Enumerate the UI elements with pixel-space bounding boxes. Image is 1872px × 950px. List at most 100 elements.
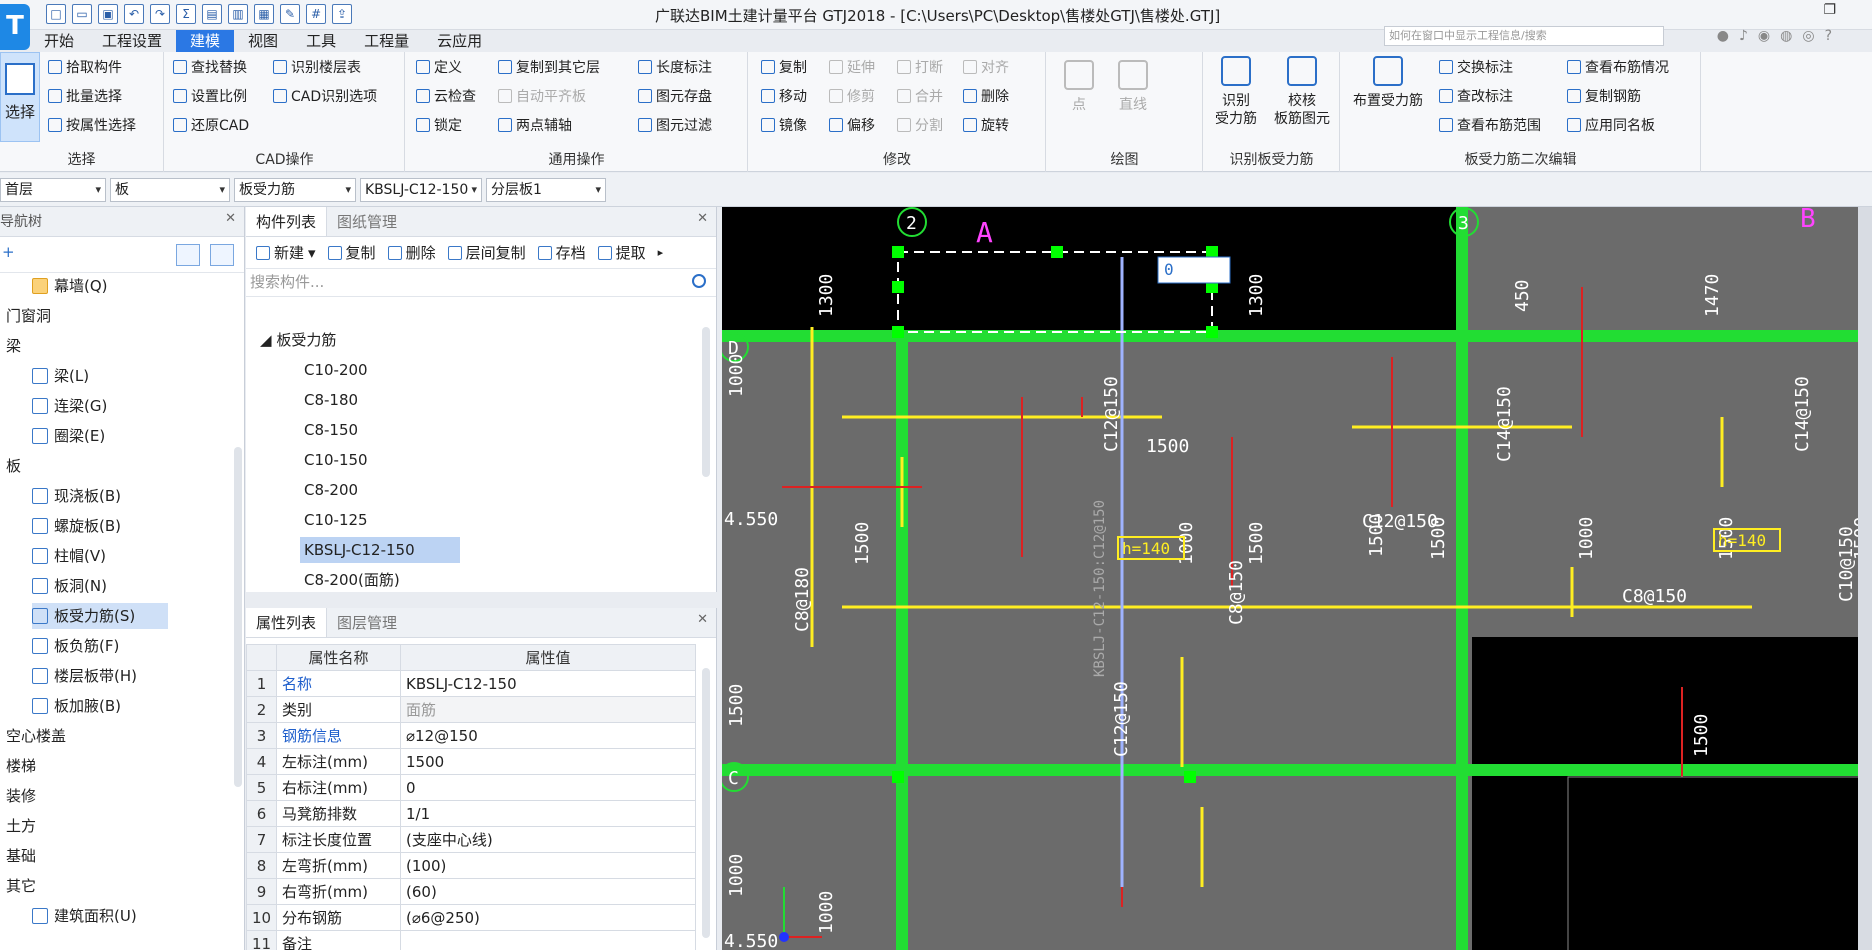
- nav-item[interactable]: 螺旋板(B): [32, 513, 121, 539]
- more-icon[interactable]: ▸: [658, 246, 664, 259]
- calc-icon[interactable]: ▦: [254, 4, 274, 24]
- nav-scrollbar[interactable]: [234, 447, 242, 787]
- property-row[interactable]: 9 右弯折(mm) (60): [246, 878, 696, 905]
- nav-item[interactable]: 建筑面积(U): [32, 903, 137, 929]
- view-icon[interactable]: ▥: [228, 4, 248, 24]
- help-search-input[interactable]: 如何在窗口中显示工程信息/搜索: [1384, 26, 1664, 46]
- nav-item[interactable]: 梁(L): [32, 363, 89, 389]
- element-filter-button[interactable]: 图元过滤: [638, 114, 712, 136]
- nav-item[interactable]: 装修: [6, 783, 36, 809]
- nav-item[interactable]: 空心楼盖: [6, 723, 66, 749]
- line-button[interactable]: 直线: [1113, 60, 1153, 114]
- find-replace-button[interactable]: 查找替换: [173, 56, 247, 78]
- tab-start[interactable]: 开始: [30, 30, 88, 52]
- component-item[interactable]: C8-150: [300, 417, 358, 443]
- component-scrollbar[interactable]: [702, 327, 710, 477]
- floor-copy-button[interactable]: 层间复制: [447, 242, 526, 263]
- property-value[interactable]: (支座中心线): [400, 826, 696, 853]
- copy-component-button[interactable]: 复制: [327, 242, 376, 263]
- component-select[interactable]: KBSLJ-C12-150: [360, 178, 482, 202]
- property-value[interactable]: [400, 930, 696, 950]
- tab-quantities[interactable]: 工程量: [350, 30, 423, 52]
- restore-cad-button[interactable]: 还原CAD: [173, 114, 249, 136]
- sum-icon[interactable]: Σ: [176, 4, 196, 24]
- cad-drawing[interactable]: 2 3DCA B1300 1300 450 1470100015001500 1000 150…: [722, 207, 1858, 950]
- copy-rebar-button[interactable]: 复制钢筋: [1567, 85, 1641, 107]
- help-icon[interactable]: ?: [1825, 28, 1832, 44]
- select-button[interactable]: 选择: [0, 52, 40, 142]
- detail-view-icon[interactable]: [210, 244, 234, 266]
- identify-floor-table-button[interactable]: 识别楼层表: [273, 56, 361, 78]
- add-icon[interactable]: +: [2, 243, 15, 261]
- tab-modeling[interactable]: 建模: [176, 30, 235, 52]
- extend-button[interactable]: 延伸: [829, 56, 875, 78]
- nav-item[interactable]: 板负筋(F): [32, 633, 119, 659]
- property-value[interactable]: 0: [400, 774, 696, 801]
- component-item[interactable]: C10-150: [300, 447, 368, 473]
- property-value[interactable]: KBSLJ-C12-150: [400, 670, 696, 697]
- category-select[interactable]: 板: [110, 178, 230, 202]
- search-input[interactable]: [246, 269, 666, 295]
- open-file-icon[interactable]: ▭: [72, 4, 92, 24]
- undo-icon[interactable]: ↶: [124, 4, 144, 24]
- component-item[interactable]: C10-125: [300, 507, 368, 533]
- nav-item[interactable]: 板受力筋(S): [32, 603, 168, 629]
- chat-icon[interactable]: ◍: [1780, 28, 1792, 44]
- property-row[interactable]: 2 类别 面筋: [246, 696, 696, 723]
- floor-select[interactable]: 首层: [0, 178, 106, 202]
- check-rebar-button[interactable]: 校核 板筋图元: [1268, 56, 1336, 128]
- two-point-axis-button[interactable]: 两点辅轴: [498, 114, 572, 136]
- query-label-button[interactable]: 查改标注: [1439, 85, 1513, 107]
- nav-item[interactable]: 门窗洞: [6, 303, 51, 329]
- lock-button[interactable]: 锁定: [416, 114, 462, 136]
- property-value[interactable]: (100): [400, 852, 696, 879]
- align-button[interactable]: 对齐: [963, 56, 1009, 78]
- bell-icon[interactable]: ♪: [1739, 28, 1748, 44]
- tab-layer-management[interactable]: 图层管理: [327, 608, 407, 637]
- copy-to-floor-button[interactable]: 复制到其它层: [498, 56, 600, 78]
- new-file-icon[interactable]: □: [46, 4, 66, 24]
- redo-icon[interactable]: ↷: [150, 4, 170, 24]
- swap-label-button[interactable]: 交换标注: [1439, 56, 1513, 78]
- tree-group-slab-rebar[interactable]: ◢ 板受力筋: [260, 327, 336, 353]
- property-row[interactable]: 10 分布钢筋 (⌀6@250): [246, 904, 696, 931]
- new-button[interactable]: 新建 ▾: [256, 242, 316, 263]
- report-icon[interactable]: ▤: [202, 4, 222, 24]
- tab-drawing-management[interactable]: 图纸管理: [327, 207, 407, 236]
- component-item[interactable]: C8-180: [300, 387, 358, 413]
- tab-view[interactable]: 视图: [234, 30, 292, 52]
- nav-item[interactable]: 基础: [6, 843, 36, 869]
- property-value[interactable]: (60): [400, 878, 696, 905]
- close-icon[interactable]: ✕: [697, 612, 708, 627]
- tab-component-list[interactable]: 构件列表: [246, 207, 328, 236]
- move-button[interactable]: 移动: [761, 85, 807, 107]
- search-icon[interactable]: [692, 274, 706, 288]
- nav-item[interactable]: 土方: [6, 813, 36, 839]
- property-row[interactable]: 1 名称 KBSLJ-C12-150: [246, 670, 696, 697]
- property-row[interactable]: 3 钢筋信息 ⌀12@150: [246, 722, 696, 749]
- property-row[interactable]: 4 左标注(mm) 1500: [246, 748, 696, 775]
- grid-icon[interactable]: #: [306, 4, 326, 24]
- tab-cloud[interactable]: 云应用: [423, 30, 496, 52]
- property-value[interactable]: (⌀6@250): [400, 904, 696, 931]
- nav-item[interactable]: 板: [6, 453, 21, 479]
- export-icon[interactable]: ⇪: [332, 4, 352, 24]
- view-range-button[interactable]: 查看布筋范围: [1439, 114, 1541, 136]
- break-button[interactable]: 打断: [897, 56, 943, 78]
- property-row[interactable]: 5 右标注(mm) 0: [246, 774, 696, 801]
- nav-item[interactable]: 连梁(G): [32, 393, 107, 419]
- component-item[interactable]: C8-200(面筋): [300, 567, 400, 593]
- delete-component-button[interactable]: 删除: [387, 242, 436, 263]
- define-button[interactable]: 定义: [416, 56, 462, 78]
- property-scrollbar[interactable]: [702, 668, 710, 938]
- property-row[interactable]: 7 标注长度位置 (支座中心线): [246, 826, 696, 853]
- auto-align-slab-button[interactable]: 自动平齐板: [498, 85, 586, 107]
- close-icon[interactable]: ✕: [225, 211, 236, 226]
- archive-button[interactable]: 存档: [537, 242, 586, 263]
- split-button[interactable]: 分割: [897, 114, 943, 136]
- user-icon[interactable]: ●: [1717, 28, 1729, 44]
- save-icon[interactable]: ▣: [98, 4, 118, 24]
- tab-property-list[interactable]: 属性列表: [246, 608, 328, 637]
- edit-icon[interactable]: ✎: [280, 4, 300, 24]
- nav-item[interactable]: 圈梁(E): [32, 423, 105, 449]
